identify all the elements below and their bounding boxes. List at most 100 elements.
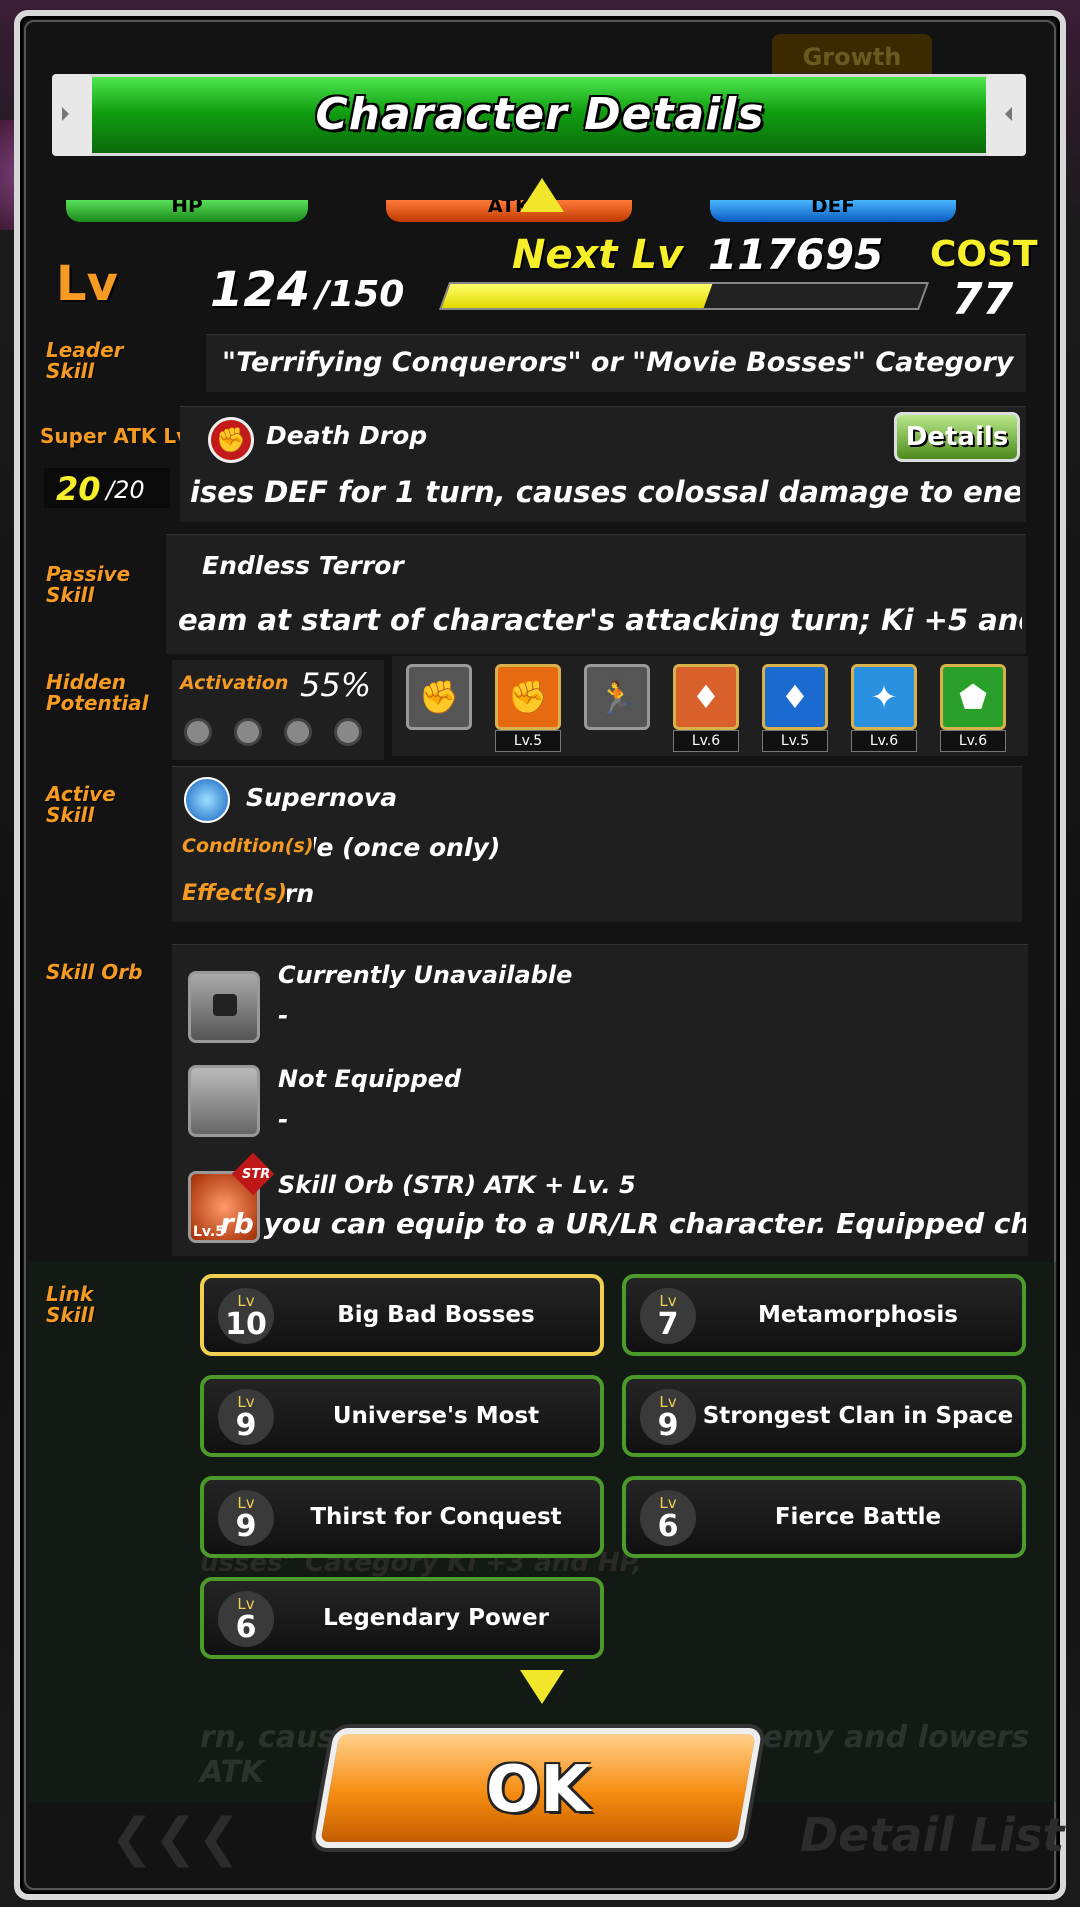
link-skill-item[interactable]: Lv 6 Fierce Battle (622, 1476, 1026, 1558)
link-skill-name: Metamorphosis (757, 1302, 958, 1328)
leader-skill-label: Leader Skill (46, 338, 124, 383)
lock-icon (184, 718, 212, 746)
level-label: Lv (56, 256, 118, 312)
lock-icon (334, 718, 362, 746)
orb-item-name: Not Equipped (278, 1065, 462, 1093)
link-skill-name: Legendary Power (323, 1605, 549, 1631)
link-level-value: 9 (657, 1408, 679, 1443)
level-max: /150 (316, 274, 405, 315)
detail-list-button: Detail List (800, 1808, 1065, 1862)
punch-icon: ✊ (495, 664, 561, 730)
def-tab[interactable]: DEF (710, 200, 956, 222)
link-level-value: 10 (225, 1307, 267, 1342)
atk-tab-label: ATK (487, 200, 531, 212)
link-skill-name: Big Bad Bosses (337, 1302, 535, 1328)
skill-orb-panel[interactable]: Currently Unavailable - Not Equipped - L… (172, 944, 1028, 1256)
link-skill-name: Thirst for Conquest (310, 1504, 562, 1530)
lock-icon (234, 718, 262, 746)
passive-skill-label: Passive Skill (46, 562, 131, 607)
details-button[interactable]: Details (894, 412, 1020, 462)
super-atk-name: Death Drop (266, 421, 428, 450)
link-level-badge: Lv 9 (218, 1490, 274, 1546)
hp-tab[interactable]: HP (66, 200, 308, 222)
scroll-down-arrow-icon[interactable] (520, 1670, 564, 1704)
link-level-value: 6 (657, 1509, 679, 1544)
link-level-badge: Lv 6 (218, 1591, 274, 1647)
link-skill-item[interactable]: Lv 9 Strongest Clan in Space (622, 1375, 1026, 1457)
passive-skill-text: eam at start of character's attacking tu… (178, 603, 1022, 637)
cost-label: COST (930, 234, 1038, 275)
next-level-value: 117695 (708, 230, 884, 279)
scroll-up-arrow-icon[interactable] (520, 178, 564, 212)
super-atk-level-box: 20 /20 (44, 468, 170, 508)
link-level-badge: Lv 7 (640, 1288, 696, 1344)
link-level-badge: Lv 10 (218, 1288, 274, 1344)
empty-orb-slot-icon (188, 1065, 260, 1137)
skill-level-tag: Lv.6 (940, 730, 1006, 752)
active-skill-panel[interactable]: Supernova Condition(s) ttle (once only) … (172, 766, 1022, 922)
energy-blast-icon: ✦ (851, 664, 917, 730)
link-skill-name: Universe's Most Malevolent (332, 1403, 540, 1503)
active-skill-label: Active Skill (46, 782, 116, 827)
skill-level-tag: Lv.5 (762, 730, 828, 752)
shield-green-icon: ⬟ (940, 664, 1006, 730)
page-title: Character Details (315, 89, 765, 140)
hp-tab-label: HP (171, 200, 203, 212)
orb-item-name: Currently Unavailable (278, 961, 573, 989)
skill-orb-label: Skill Orb (46, 960, 143, 984)
exp-progress-bar (438, 282, 930, 310)
warrior-blue-icon: ♦ (762, 664, 828, 730)
hidden-potential-skills[interactable]: ✊ ✊ Lv.5 🏃 ♦ Lv.6 ♦ Lv.5 ✦ Lv.6 ⬟ Lv.6 (392, 656, 1028, 756)
fist-icon: ✊ (406, 664, 472, 730)
passive-skill-panel[interactable]: Endless Terror eam at start of character… (166, 534, 1026, 654)
link-skill-name: Strongest Clan in Space (702, 1403, 1014, 1429)
orb-item-desc: - (278, 1001, 289, 1030)
next-level-label: Next Lv (512, 232, 684, 278)
link-skill-item[interactable]: Lv 10 Big Bad Bosses (200, 1274, 604, 1356)
effect-text: rn (284, 879, 315, 908)
lock-icon (188, 971, 260, 1043)
super-atk-level-max: /20 (106, 476, 145, 504)
orb-item-desc: - (278, 1105, 289, 1134)
condition-text: ttle (once only) (284, 833, 501, 862)
atk-tab[interactable]: ATK (386, 200, 632, 222)
orb-item-name: Skill Orb (STR) ATK + Lv. 5 (278, 1171, 636, 1199)
super-atk-label: Super ATK Lv (40, 424, 190, 448)
link-level-value: 9 (235, 1408, 257, 1443)
back-arrows-icon: ❮❮❮ (110, 1808, 241, 1868)
link-level-badge: Lv 6 (640, 1490, 696, 1546)
ok-button-label: OK (486, 1753, 590, 1827)
leader-skill-panel[interactable]: "Terrifying Conquerors" or "Movie Bosses… (206, 334, 1026, 392)
link-skill-item[interactable]: Lv 6 Legendary Power (200, 1577, 604, 1659)
cost-value: 77 (952, 274, 1014, 325)
passive-skill-name: Endless Terror (202, 551, 404, 580)
link-skill-item[interactable]: Lv 7 Metamorphosis (622, 1274, 1026, 1356)
condition-label: Condition(s) (182, 835, 314, 857)
skill-level-tag: Lv.6 (673, 730, 739, 752)
activation-box: Activation 55% (172, 660, 384, 760)
link-level-badge: Lv 9 (640, 1389, 696, 1445)
supernova-icon (184, 777, 230, 823)
activation-value: 55% (300, 666, 372, 704)
effect-label: Effect(s) (182, 881, 288, 906)
orb-item-desc: rb you can equip to a UR/LR character. E… (220, 1207, 1026, 1240)
link-level-value: 6 (235, 1610, 257, 1645)
skill-level-tag: Lv.5 (495, 730, 561, 752)
skill-level-tag: Lv.6 (851, 730, 917, 752)
link-skill-item[interactable]: Lv9 Universe's Most Malevolent (200, 1375, 604, 1503)
level-current: 124 (210, 262, 311, 318)
link-skill-name: Fierce Battle (774, 1504, 942, 1530)
warrior-red-icon: ♦ (673, 664, 739, 730)
link-skill-label: Link Skill (46, 1282, 95, 1327)
hidden-potential-label: Hidden Potential (46, 670, 149, 715)
leader-skill-text: "Terrifying Conquerors" or "Movie Bosses… (222, 347, 1022, 378)
link-skill-item[interactable]: Lv 9 Thirst for Conquest (200, 1476, 604, 1558)
link-level-value: 9 (235, 1509, 257, 1544)
super-atk-text: ises DEF for 1 turn, causes colossal dam… (190, 475, 1020, 509)
super-atk-level: 20 (56, 470, 101, 508)
fist-icon: ✊ (208, 417, 254, 463)
link-level-badge: Lv 9 (218, 1389, 274, 1445)
link-level-value: 7 (657, 1307, 679, 1342)
activation-label: Activation (180, 672, 289, 694)
exp-progress-fill (441, 284, 713, 308)
